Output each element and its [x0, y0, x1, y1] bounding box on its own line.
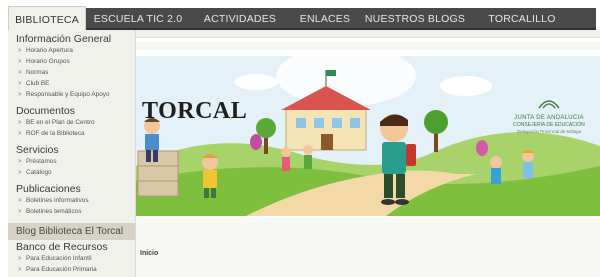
sidebar-item-catalogo[interactable]: > Catálogo [18, 169, 52, 176]
sidebar-section-title: Publicaciones [16, 183, 81, 195]
main-menu-bar: BIBLIOTECA ESCUELA TIC 2.0 ACTIVIDADES E… [8, 6, 596, 32]
tab-actividades[interactable]: ACTIVIDADES [192, 8, 288, 30]
chevron-right-icon: > [18, 170, 22, 176]
chevron-right-icon: > [18, 48, 22, 54]
junta-andalucia-logo: JUNTA DE ANDALUCIA CONSEJERÍA DE EDUCACI… [506, 96, 592, 134]
sidebar-section-title: Información General [16, 33, 112, 45]
chevron-right-icon: > [18, 120, 22, 126]
sidebar-item-horario-grupos[interactable]: > Horario Grupos [18, 58, 70, 65]
logo-line-3: Delegación Provincial de Málaga [517, 129, 581, 134]
sidebar: Información General > Horario Apertura > H… [8, 30, 136, 277]
child-figure [303, 145, 313, 169]
child-figure [281, 147, 291, 171]
child-figure [490, 156, 502, 184]
sidebar-item-boletines-informativos[interactable]: > Boletines informativos [18, 197, 89, 204]
sidebar-item-plan-centro[interactable]: > BE en el Plan de Centro [18, 119, 95, 126]
chevron-right-icon: > [18, 256, 22, 262]
sub-navigation-bar [136, 30, 600, 38]
chevron-right-icon: > [18, 159, 22, 165]
tab-enlaces[interactable]: ENLACES [292, 8, 358, 30]
logo-line-2: CONSEJERÍA DE EDUCACIÓN [513, 122, 585, 128]
sidebar-section-title: Banco de Recursos [16, 241, 108, 253]
main-content: TORCAL JUNTA DE ANDALUCIA CONSEJERÍA DE … [136, 30, 600, 277]
sidebar-item-prestamos[interactable]: > Préstamos [18, 158, 57, 165]
chevron-right-icon: > [18, 209, 22, 215]
chevron-right-icon: > [18, 92, 22, 98]
sidebar-item-educacion-primaria[interactable]: > Para Educación Primaria [18, 266, 97, 273]
chevron-right-icon: > [18, 267, 22, 273]
sidebar-section-title: Documentos [16, 105, 75, 117]
sidebar-item-horario-apertura[interactable]: > Horario Apertura [18, 47, 73, 54]
chevron-right-icon: > [18, 198, 22, 204]
tab-nuestros-blogs[interactable]: NUESTROS BLOGS [360, 8, 470, 30]
sidebar-section-title: Servicios [16, 144, 59, 156]
chevron-right-icon: > [18, 70, 22, 76]
sidebar-item-rof[interactable]: > ROF de la Biblioteca [18, 130, 85, 137]
tab-escuela-tic[interactable]: ESCUELA TIC 2.0 [88, 8, 188, 30]
tab-biblioteca[interactable]: BIBLIOTECA [8, 6, 86, 32]
logo-line-1: JUNTA DE ANDALUCIA [514, 115, 584, 121]
breadcrumb[interactable]: Inicio [140, 250, 158, 257]
banner-title: TORCAL [142, 98, 248, 124]
chevron-right-icon: > [18, 81, 22, 87]
sidebar-item-responsable[interactable]: > Responsable y Equipo Apoyo [18, 91, 110, 98]
chevron-right-icon: > [18, 59, 22, 65]
content-area [136, 218, 600, 277]
child-figure [522, 150, 534, 178]
sidebar-item-educacion-infantil[interactable]: > Para Educación Infantil [18, 255, 92, 262]
chevron-right-icon: > [18, 131, 22, 137]
secondary-strip [136, 42, 600, 50]
banner-illustration [136, 46, 600, 216]
sidebar-link-blog-biblioteca[interactable]: Blog Biblioteca El Torcal [16, 226, 123, 237]
sidebar-item-normas[interactable]: > Normas [18, 69, 48, 76]
header-banner: TORCAL JUNTA DE ANDALUCIA CONSEJERÍA DE … [136, 46, 600, 216]
sidebar-item-club-be[interactable]: > Club BE [18, 80, 49, 87]
tab-torcalillo[interactable]: TORCALILLO [474, 8, 570, 30]
junta-emblem-icon [538, 100, 560, 109]
sidebar-item-boletines-tematicos[interactable]: > Boletines temáticos [18, 208, 81, 215]
